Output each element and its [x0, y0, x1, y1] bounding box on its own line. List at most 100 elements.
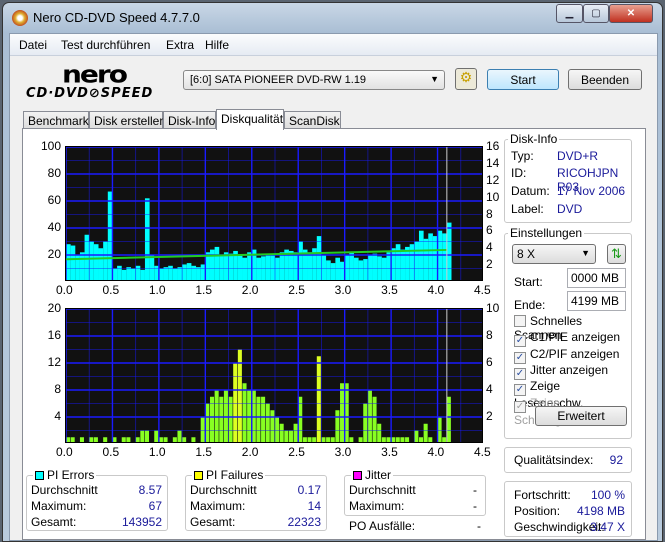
bar	[316, 236, 322, 280]
bar	[409, 244, 415, 280]
menu-hilfe[interactable]: Hilfe	[205, 38, 229, 52]
chart-1	[65, 308, 483, 443]
bar	[140, 269, 145, 280]
position-value: 4198 MB	[576, 504, 625, 518]
jitter-group: Jitter Durchschnitt - Maximum: -	[344, 468, 486, 516]
close-button[interactable]: ✕	[609, 4, 653, 23]
menu-extra[interactable]: Extra	[166, 38, 194, 52]
advanced-button[interactable]: Erweitert	[535, 406, 627, 426]
bar	[70, 437, 75, 442]
bar	[223, 252, 229, 280]
checkbox-box[interactable]: ✓	[514, 384, 526, 397]
bar	[117, 265, 122, 280]
disk-info-group: Disk-Info Typ: DVD+R ID: RICOHJPN R03 Da…	[504, 132, 632, 223]
refresh-button[interactable]: ⇅	[607, 244, 626, 264]
bar	[89, 437, 94, 442]
y2-tick: 14	[486, 155, 500, 170]
y-tick: 60	[47, 193, 61, 207]
tab-disk-erstellen[interactable]: Disk erstellen	[89, 111, 166, 129]
bar	[196, 267, 201, 280]
bar	[163, 437, 168, 442]
pif-avg: 0.17	[297, 483, 321, 497]
bar	[93, 244, 99, 280]
bar	[275, 257, 280, 280]
checkbox-1[interactable]: ✓ C1/PIE anzeigen	[514, 330, 620, 348]
bar	[135, 437, 140, 442]
x-tick: 1.0	[148, 283, 166, 297]
end-input[interactable]	[567, 291, 626, 311]
bar	[428, 437, 433, 442]
pi-failures-title: PI Failures	[192, 468, 266, 482]
x-tick: 0.0	[56, 283, 73, 297]
bar	[172, 437, 177, 442]
bar	[214, 246, 220, 280]
bar	[98, 248, 104, 280]
pif-total-label: Gesamt:	[190, 515, 236, 529]
drive-settings-button[interactable]: ⚙	[455, 68, 477, 90]
pi-errors-group: PI Errors Durchschnitt 8.57 Maximum: 67 …	[26, 468, 168, 531]
refresh-icon: ⇅	[611, 246, 622, 261]
bar	[79, 437, 84, 442]
bar	[428, 233, 433, 280]
bar	[168, 265, 173, 280]
checkbox-3[interactable]: ✓ Jitter anzeigen	[514, 363, 608, 380]
bar	[121, 269, 127, 280]
checkbox-box[interactable]: ✓	[514, 367, 526, 380]
bar	[321, 255, 327, 280]
start-input[interactable]	[567, 268, 626, 288]
bar	[265, 255, 271, 280]
checkbox-box[interactable]: ✓	[514, 351, 526, 364]
bar	[242, 257, 248, 280]
tab-benchmark[interactable]: Benchmark	[23, 111, 89, 129]
checkbox-box[interactable]	[514, 315, 526, 327]
app-window: Nero CD-DVD Speed 4.7.7.0 ▁ ▢ ✕ Datei Te…	[2, 2, 663, 542]
bar	[144, 430, 149, 442]
x-tick: 4.0	[427, 445, 445, 459]
y-tick: 100	[40, 139, 61, 153]
bar	[79, 252, 85, 280]
checkbox-box[interactable]: ✓	[514, 335, 526, 348]
bar	[233, 363, 238, 442]
bar	[442, 437, 447, 442]
tab-disk-info[interactable]: Disk-Info	[163, 111, 216, 129]
bar	[326, 260, 331, 280]
bar	[256, 257, 262, 280]
bar	[405, 437, 410, 442]
jitter-title: Jitter	[351, 468, 394, 482]
start-button[interactable]: Start	[487, 69, 559, 90]
disk-date: 17 Nov 2006	[557, 184, 626, 198]
bar	[423, 238, 429, 280]
progress-group: Fortschritt: 100 % Position: 4198 MB Ges…	[504, 481, 632, 537]
cyan-swatch-icon	[35, 471, 44, 480]
minimize-button[interactable]: ▁	[556, 4, 583, 23]
y2-tick: 12	[486, 172, 500, 187]
pie-total: 143952	[121, 515, 162, 529]
disk-quality-panel: 0.0 0.5 1.0 1.5 2.0 2.5 3.0 3.5 4.0 4.5 100 80 60 40 2…	[22, 128, 646, 540]
tab-scandisk[interactable]: ScanDisk	[284, 111, 341, 129]
bar	[265, 403, 270, 442]
exit-button[interactable]: Beenden	[568, 69, 642, 90]
window-title: Nero CD-DVD Speed 4.7.7.0	[33, 10, 200, 25]
bar	[70, 245, 76, 280]
x-tick: 0.0	[56, 445, 73, 459]
bar	[358, 437, 363, 442]
checkbox-2[interactable]: ✓ C2/PIF anzeigen	[514, 347, 619, 364]
maximize-button[interactable]: ▢	[583, 4, 609, 23]
pif-avg-label: Durchschnitt	[190, 483, 257, 497]
menu-test[interactable]: Test durchführen	[61, 38, 150, 52]
bar	[381, 257, 387, 280]
speed-select[interactable]: 8 X ▼	[512, 244, 596, 264]
bar	[177, 430, 182, 442]
bar	[372, 253, 378, 280]
checkbox-box[interactable]: ✓	[514, 400, 526, 413]
bar	[335, 410, 340, 442]
menu-datei[interactable]: Datei	[19, 38, 47, 52]
bar	[219, 255, 224, 280]
bar	[330, 263, 336, 280]
tab-diskqualitaet[interactable]: Diskqualität	[216, 109, 284, 130]
start-label: Start:	[514, 275, 543, 289]
x-tick: 2.5	[288, 445, 305, 459]
title-bar: Nero CD-DVD Speed 4.7.7.0 ▁ ▢ ✕	[3, 3, 662, 33]
drive-select[interactable]: [6:0] SATA PIONEER DVD-RW 1.19 ▼	[183, 70, 445, 90]
bar	[423, 423, 428, 442]
